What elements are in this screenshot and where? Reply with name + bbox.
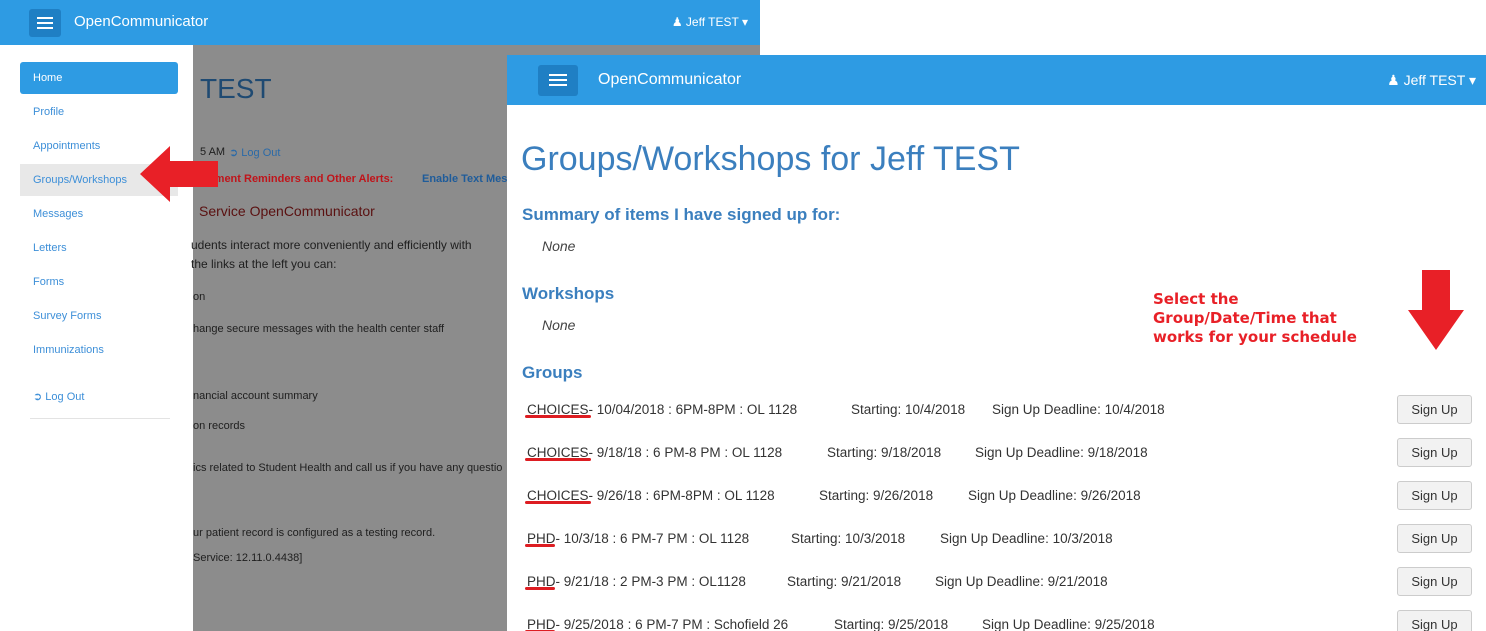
back-user-menu[interactable]: ♟ Jeff TEST ▾ (672, 15, 748, 29)
annotation-line-3: works for your schedule (1153, 328, 1357, 346)
group-starting: Starting: 9/25/2018 (834, 617, 949, 631)
back-intro-line-2: the links at the left you can: (191, 257, 337, 271)
sidebar-item-home[interactable]: Home (20, 62, 178, 94)
group-name: PHD (527, 617, 556, 631)
red-underline (525, 544, 555, 547)
front-menu-button[interactable] (538, 65, 578, 96)
annotation-line-2: Group/Date/Time that (1153, 309, 1337, 327)
red-underline (525, 501, 591, 504)
group-details: - 9/26/18 : 6PM-8PM : OL 1128 (588, 488, 775, 503)
group-details: - 9/25/2018 : 6 PM-7 PM : Schofield 26 (555, 617, 789, 631)
sidebar-item-immunizations[interactable]: Immunizations (20, 334, 178, 366)
red-underline (525, 458, 591, 461)
back-enable-text-link[interactable]: Enable Text Mess (422, 173, 514, 185)
group-starting: Starting: 9/26/2018 (819, 488, 934, 503)
group-row: PHD- 9/21/18 : 2 PM-3 PM : OL1128 Starti… (525, 567, 1472, 599)
group-details: - 9/21/18 : 2 PM-3 PM : OL1128 (555, 574, 746, 589)
back-navbar: OpenCommunicator ♟ Jeff TEST ▾ (0, 0, 760, 45)
hamburger-icon (37, 17, 53, 19)
group-deadline: Sign Up Deadline: 9/25/2018 (982, 617, 1155, 631)
front-user-name: Jeff TEST (1403, 72, 1466, 88)
group-row: PHD- 9/25/2018 : 6 PM-7 PM : Schofield 2… (525, 610, 1472, 631)
summary-heading: Summary of items I have signed up for: (522, 205, 841, 224)
sidebar-item-letters[interactable]: Letters (20, 232, 178, 264)
back-version: Service: 12.11.0.4438] (193, 552, 303, 564)
back-page-title: TEST (200, 73, 272, 104)
red-arrow-down-icon (1408, 270, 1464, 350)
group-deadline: Sign Up Deadline: 9/26/2018 (968, 488, 1141, 503)
red-underline (525, 415, 591, 418)
group-deadline: Sign Up Deadline: 10/4/2018 (992, 402, 1165, 417)
group-row: CHOICES- 10/04/2018 : 6PM-8PM : OL 1128 … (525, 395, 1472, 427)
caret-down-icon: ▾ (1468, 72, 1476, 88)
group-details: - 9/18/18 : 6 PM-8 PM : OL 1128 (588, 445, 783, 460)
back-menu-button[interactable] (29, 9, 61, 37)
sign-up-button[interactable]: Sign Up (1397, 438, 1472, 467)
groups-heading: Groups (522, 363, 583, 382)
group-deadline: Sign Up Deadline: 10/3/2018 (940, 531, 1113, 546)
back-bullet-4: on records (193, 420, 245, 432)
back-bullet-3: nancial account summary (193, 390, 318, 402)
front-brand[interactable]: OpenCommunicator (598, 71, 741, 89)
back-bullet-2: hange secure messages with the health ce… (193, 323, 445, 335)
sign-out-icon: ➲ (229, 147, 239, 159)
sign-up-button[interactable]: Sign Up (1397, 395, 1472, 424)
sidebar-divider (30, 418, 170, 419)
workshops-heading: Workshops (522, 284, 615, 303)
red-arrow-left-icon (140, 146, 218, 202)
back-logout-link[interactable]: ➲ Log Out (229, 146, 280, 159)
red-underline (525, 587, 555, 590)
sidebar-item-survey-forms[interactable]: Survey Forms (20, 300, 178, 332)
instruction-annotation: Select the Group/Date/Time that works fo… (1153, 290, 1357, 347)
group-deadline: Sign Up Deadline: 9/21/2018 (935, 574, 1108, 589)
annotation-line-1: Select the (1153, 290, 1239, 308)
summary-none: None (542, 238, 576, 254)
back-sidebar: Home Profile Appointments Groups/Worksho… (0, 45, 193, 631)
sign-up-button[interactable]: Sign Up (1397, 567, 1472, 596)
group-starting: Starting: 9/18/2018 (827, 445, 942, 460)
sidebar-item-profile[interactable]: Profile (20, 96, 178, 128)
caret-down-icon: ▾ (741, 15, 748, 29)
workshops-none: None (542, 317, 576, 333)
back-user-name: Jeff TEST (685, 15, 739, 29)
back-alerts-label: tment Reminders and Other Alerts: (211, 173, 394, 185)
user-icon: ♟ (1387, 72, 1400, 88)
back-bullet-5: ics related to Student Health and call u… (193, 462, 503, 474)
group-details: - 10/04/2018 : 6PM-8PM : OL 1128 (588, 402, 798, 417)
group-row: PHD- 10/3/18 : 6 PM-7 PM : OL 1128 Start… (525, 524, 1472, 556)
back-intro-line-1: udents interact more conveniently and ef… (191, 238, 472, 252)
sign-up-button[interactable]: Sign Up (1397, 481, 1472, 510)
sidebar-item-messages[interactable]: Messages (20, 198, 178, 230)
group-deadline: Sign Up Deadline: 9/18/2018 (975, 445, 1148, 460)
user-icon: ♟ (671, 15, 683, 29)
group-starting: Starting: 9/21/2018 (787, 574, 902, 589)
sign-up-button[interactable]: Sign Up (1397, 524, 1472, 553)
page-title: Groups/Workshops for Jeff TEST (521, 140, 1020, 178)
group-details: - 10/3/18 : 6 PM-7 PM : OL 1128 (555, 531, 750, 546)
group-row: CHOICES- 9/18/18 : 6 PM-8 PM : OL 1128 S… (525, 438, 1472, 470)
group-starting: Starting: 10/3/2018 (791, 531, 906, 546)
back-brand[interactable]: OpenCommunicator (74, 13, 208, 30)
sign-up-button[interactable]: Sign Up (1397, 610, 1472, 631)
front-user-menu[interactable]: ♟ Jeff TEST ▾ (1387, 72, 1476, 89)
sidebar-item-log-out[interactable]: ➲ Log Out (20, 381, 178, 413)
back-testing-note: ur patient record is configured as a tes… (193, 527, 436, 539)
sidebar-item-forms[interactable]: Forms (20, 266, 178, 298)
back-bullet-1: on (193, 291, 206, 303)
hamburger-icon (549, 74, 567, 76)
group-starting: Starting: 10/4/2018 (851, 402, 966, 417)
front-navbar: OpenCommunicator ♟ Jeff TEST ▾ (507, 55, 1486, 105)
sign-out-icon: ➲ (33, 391, 43, 403)
back-welcome-heading: Service OpenCommunicator (199, 203, 375, 219)
group-row: CHOICES- 9/26/18 : 6PM-8PM : OL 1128 Sta… (525, 481, 1472, 513)
